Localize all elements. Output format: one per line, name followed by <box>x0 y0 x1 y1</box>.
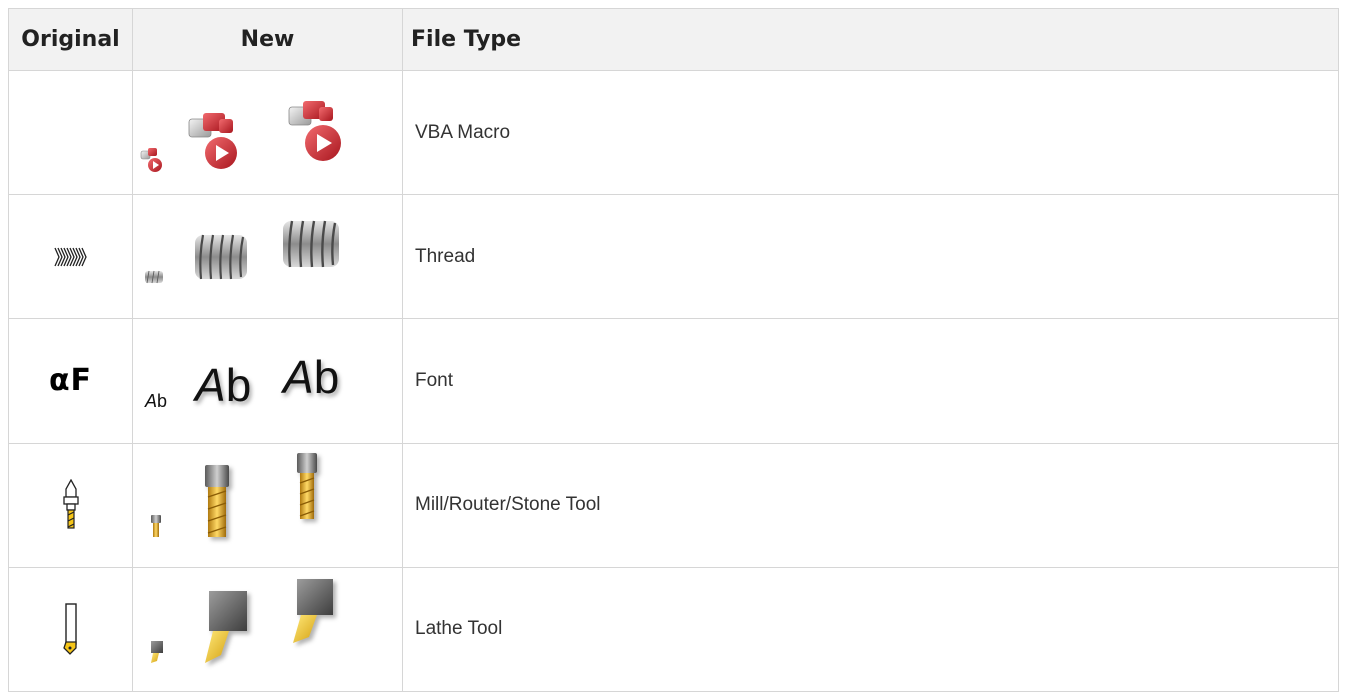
table-row: αF Ab Ab Ab Font <box>8 318 1339 444</box>
column-header-file-type: File Type <box>402 8 1339 71</box>
new-icon-cell: Ab Ab Ab <box>132 318 403 444</box>
file-type-label: Lathe Tool <box>402 566 1339 693</box>
alpha-f-font-icon: αF <box>48 363 93 399</box>
new-icon-cell <box>132 69 403 196</box>
column-header-new: New <box>132 8 403 71</box>
thread-outline-icon <box>53 247 87 267</box>
font-ab-icon: Ab Ab Ab <box>144 351 339 411</box>
file-type-label: Mill/Router/Stone Tool <box>402 442 1339 568</box>
new-icon-cell <box>132 442 403 568</box>
lathe-tool-outline-icon <box>62 603 77 656</box>
new-icon-cell <box>132 194 403 320</box>
table-row: VBA Macro <box>8 69 1339 196</box>
file-type-label: VBA Macro <box>402 69 1339 196</box>
file-type-label: Thread <box>402 194 1339 320</box>
table-row: Lathe Tool <box>8 566 1339 693</box>
original-icon-cell <box>8 442 133 568</box>
file-type-icon-table: Original New File Type VBA Macro Thread … <box>8 8 1339 693</box>
svg-text:Ab: Ab <box>192 359 251 411</box>
vba-macro-icon <box>140 100 341 172</box>
svg-text:Ab: Ab <box>144 391 167 411</box>
original-icon-cell: αF <box>8 318 133 444</box>
original-icon-cell-empty <box>8 69 133 196</box>
original-icon-cell <box>8 566 133 693</box>
table-row: Thread <box>8 194 1339 320</box>
column-header-original: Original <box>8 8 133 71</box>
original-icon-cell <box>8 194 133 320</box>
table-header-row: Original New File Type <box>8 8 1339 71</box>
mill-tool-icon <box>151 453 317 538</box>
lathe-tool-icon <box>151 579 333 664</box>
thread-icon <box>145 220 339 283</box>
svg-text:Ab: Ab <box>280 351 339 403</box>
table-row: Mill/Router/Stone Tool <box>8 442 1339 568</box>
new-icon-cell <box>132 566 403 693</box>
mill-tool-outline-icon <box>62 479 79 529</box>
file-type-label: Font <box>402 318 1339 444</box>
